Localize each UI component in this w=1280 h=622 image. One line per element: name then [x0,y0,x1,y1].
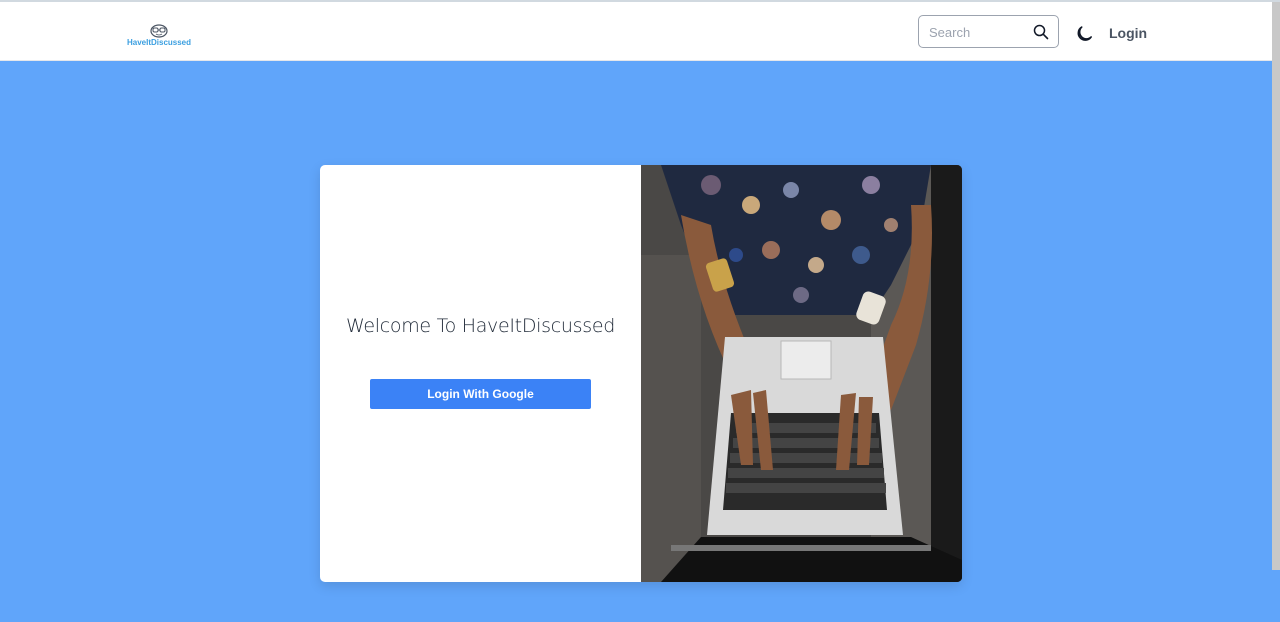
moon-icon[interactable] [1075,23,1095,43]
laptop-photo [641,165,962,582]
hero-image [641,165,962,582]
login-card: Welcome To HaveItDiscussed Login With Go… [320,165,962,582]
logo-text: HaveItDiscussed [126,38,192,47]
search-icon[interactable] [1033,24,1049,40]
scrollbar-track [1272,570,1280,622]
search-input[interactable] [929,23,1029,41]
login-link[interactable]: Login [1109,25,1147,41]
login-with-google-button[interactable]: Login With Google [370,379,591,409]
navbar: HaveItDiscussed Login [0,2,1272,61]
scrollbar[interactable] [1272,2,1280,570]
logo[interactable]: HaveItDiscussed [124,24,194,50]
search-box[interactable] [918,15,1059,48]
login-panel: Welcome To HaveItDiscussed Login With Go… [320,165,641,582]
logo-icon [150,24,168,38]
welcome-heading: Welcome To HaveItDiscussed [346,315,615,337]
